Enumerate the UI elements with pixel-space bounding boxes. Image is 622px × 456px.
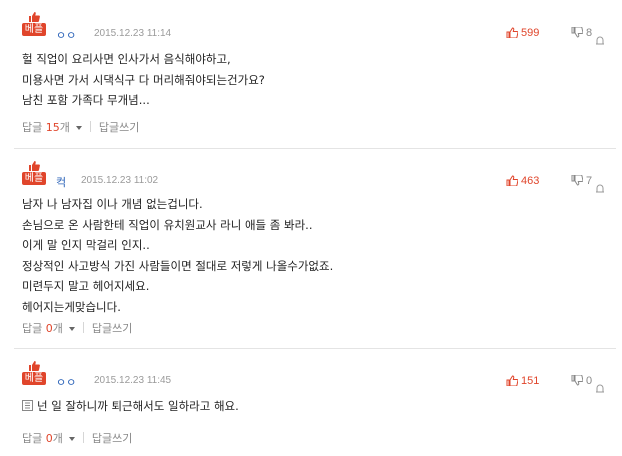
reply-toggle[interactable]: 답글 0개 — [22, 322, 75, 335]
dislike-count: 8 — [586, 27, 593, 39]
thumbs-up-icon — [506, 27, 519, 39]
best-badge-label: 베플 — [22, 172, 46, 185]
thumbs-up-icon — [29, 161, 40, 171]
comment-line: 넌 일 잘하니까 퇴근해서도 일하라고 해요. — [22, 396, 239, 417]
reply-count: 15 — [45, 121, 60, 134]
comment-author[interactable]: ㅇㅇ — [56, 374, 76, 390]
dislike-button[interactable]: 8 — [571, 26, 593, 39]
comment-body: 헐 직업이 요리사면 인사가서 음식해야하고, 미용사면 가서 시댁식구 다 머… — [22, 49, 265, 111]
dislike-button[interactable]: 0 — [571, 374, 593, 387]
comment-date: 2015.12.23 11:02 — [81, 175, 159, 186]
reply-toggle[interactable]: 답글 15개 — [22, 121, 82, 134]
comment-date: 2015.12.23 11:45 — [94, 375, 172, 386]
thumbs-down-icon — [571, 374, 584, 386]
comment-line: 정상적인 사고방식 가진 사람들이면 절대로 저렇게 나올수가없죠. — [22, 258, 334, 273]
thumbs-down-icon — [571, 26, 584, 38]
chevron-down-icon — [75, 126, 82, 130]
comment-line: 헤어지는게맞습니다. — [22, 299, 121, 314]
thumbs-up-icon — [29, 361, 40, 371]
comment-body: 넌 일 잘하니까 퇴근해서도 일하라고 해요. — [22, 396, 239, 417]
like-button[interactable]: 151 — [506, 375, 539, 387]
reply-label: 답글 — [22, 322, 43, 335]
report-button[interactable] — [595, 176, 608, 195]
best-badge-label: 베플 — [22, 23, 46, 36]
comment-line: 남친 포함 가족다 무개념... — [22, 93, 150, 107]
comment: 베플 ㅇㅇ 2015.12.23 11:14 599 8 헐 직업이 요리사면 … — [14, 0, 616, 149]
comment: 베플 컥 2015.12.23 11:02 463 7 남자 나 남자집 이나 … — [14, 149, 616, 349]
divider — [82, 322, 84, 333]
reply-label: 답글 — [22, 432, 43, 445]
reply-toggle[interactable]: 답글 0개 — [22, 432, 75, 445]
comment-line: 남자 나 남자집 이나 개념 없는겁니다. — [22, 197, 203, 211]
like-count: 463 — [521, 175, 540, 187]
comment: 베플 ㅇㅇ 2015.12.23 11:45 151 0 넌 일 잘하니까 퇴근… — [14, 349, 616, 456]
chevron-down-icon — [68, 327, 75, 331]
like-count: 599 — [521, 27, 540, 39]
thumbs-down-icon — [571, 174, 584, 186]
write-reply-button[interactable]: 답글쓰기 — [99, 121, 139, 134]
report-button[interactable] — [595, 28, 608, 47]
comment-footer: 답글 15개 답글쓰기 — [22, 119, 139, 135]
like-count: 151 — [521, 375, 540, 387]
comment-line: 미련두지 말고 헤어지세요. — [22, 279, 150, 293]
divider — [89, 121, 91, 132]
siren-icon — [596, 36, 604, 45]
reply-count-suffix: 개 — [52, 322, 63, 335]
siren-icon — [596, 184, 604, 193]
dislike-count: 7 — [586, 175, 593, 187]
comment-body: 남자 나 남자집 이나 개념 없는겁니다. 손님으로 온 사람한테 직업이 유치… — [22, 194, 333, 317]
reply-count: 0 — [45, 432, 53, 445]
like-button[interactable]: 463 — [506, 175, 539, 187]
best-badge-label: 베플 — [22, 372, 46, 385]
comment-line: 이게 말 인지 막걸리 인지.. — [22, 238, 150, 252]
best-badge: 베플 — [22, 160, 48, 185]
write-reply-button[interactable]: 답글쓰기 — [92, 322, 132, 335]
comment-footer: 답글 0개 답글쓰기 — [22, 320, 132, 336]
comment-author[interactable]: 컥 — [56, 174, 66, 190]
reply-label: 답글 — [22, 121, 43, 134]
dislike-button[interactable]: 7 — [571, 174, 593, 187]
report-button[interactable] — [595, 376, 608, 395]
comment-author[interactable]: ㅇㅇ — [56, 27, 76, 43]
reply-count-suffix: 개 — [52, 432, 63, 445]
write-reply-button[interactable]: 답글쓰기 — [92, 432, 132, 445]
comment-line-text: 넌 일 잘하니까 퇴근해서도 일하라고 해요. — [37, 399, 239, 413]
comment-line: 미용사면 가서 시댁식구 다 머리해줘야되는건가요? — [22, 72, 265, 87]
best-badge: 베플 — [22, 11, 48, 36]
divider — [82, 432, 84, 443]
thumbs-up-icon — [29, 12, 40, 22]
dislike-count: 0 — [586, 375, 593, 387]
thumbs-up-icon — [506, 175, 519, 187]
comment-line: 손님으로 온 사람한테 직업이 유치원교사 라니 애들 좀 봐라.. — [22, 217, 313, 232]
comment-date: 2015.12.23 11:14 — [94, 28, 172, 39]
thumbs-up-icon — [506, 375, 519, 387]
siren-icon — [596, 384, 604, 393]
reply-count: 0 — [45, 322, 53, 335]
mobile-icon — [22, 400, 33, 411]
reply-count-suffix: 개 — [59, 121, 70, 134]
like-button[interactable]: 599 — [506, 27, 539, 39]
comment-line: 헐 직업이 요리사면 인사가서 음식해야하고, — [22, 52, 231, 66]
best-badge: 베플 — [22, 360, 48, 385]
chevron-down-icon — [68, 437, 75, 441]
comment-footer: 답글 0개 답글쓰기 — [22, 430, 132, 446]
